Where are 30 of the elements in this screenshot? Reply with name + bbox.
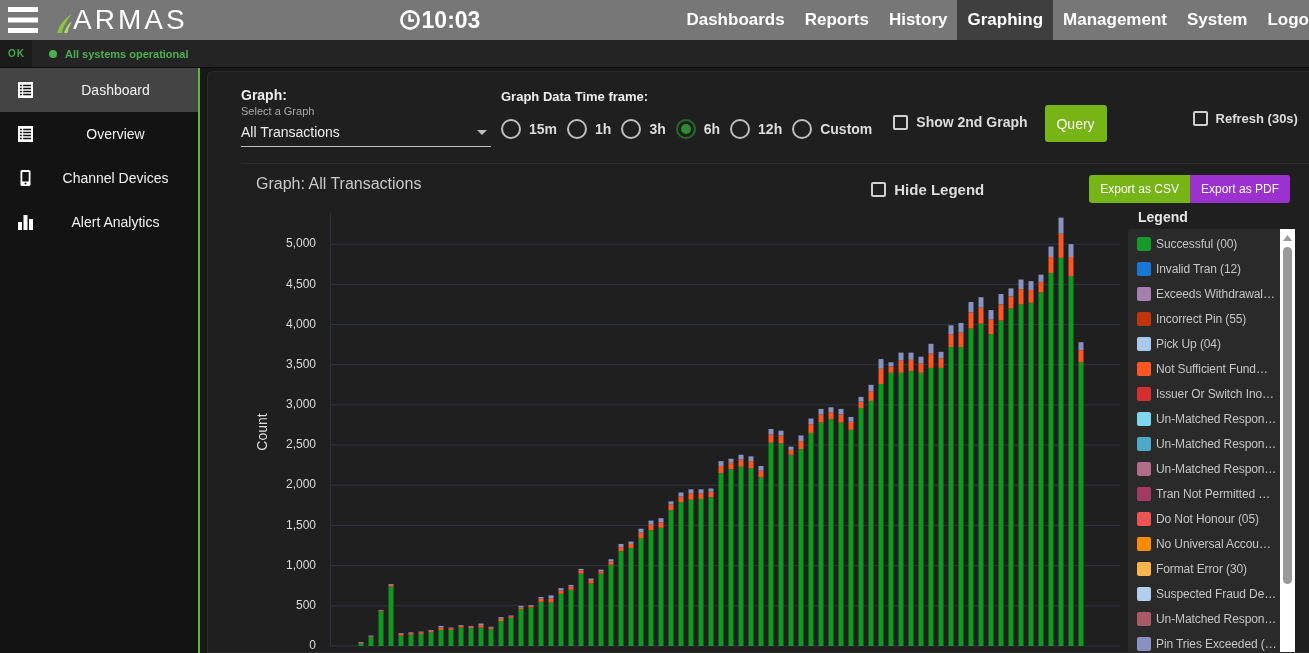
y-axis-label: 3,500 <box>285 356 316 371</box>
logo-text: ARMAS <box>73 4 188 36</box>
y-axis-label: 1,500 <box>285 517 316 532</box>
radio-label: 12h <box>758 121 783 137</box>
checkbox-label: Refresh (30s) <box>1215 111 1298 126</box>
checkbox-label: Show 2nd Graph <box>916 114 1028 130</box>
y-axis-label: 5,000 <box>285 236 316 251</box>
y-axis-label: 1,000 <box>285 557 316 572</box>
status-message: All systems operational <box>65 47 189 60</box>
y-axis-label: 3,000 <box>285 397 316 412</box>
y-axis-label: 2,000 <box>285 477 316 492</box>
clock-time: 10:03 <box>421 6 481 34</box>
checkbox-label: Hide Legend <box>894 180 985 198</box>
radio-label: 15m <box>529 121 558 137</box>
status-code: OK <box>0 40 32 67</box>
radio-label: 1h <box>595 121 612 137</box>
y-axis-label: 4,500 <box>285 276 316 291</box>
chart-title: Graph: All Transactions <box>255 175 423 193</box>
y-axis-label: 4,000 <box>285 316 316 331</box>
radio-label: Custom <box>820 121 873 137</box>
axis-title: Count <box>254 413 270 451</box>
y-axis-label: 500 <box>295 598 316 612</box>
field-label: Graph: <box>241 87 288 103</box>
field-label: Graph Data Time frame: <box>501 89 650 104</box>
radio-label: 3h <box>649 121 666 137</box>
legend-title: Legend <box>1137 208 1189 227</box>
y-axis-label: 2,500 <box>285 437 316 452</box>
y-axis-label: 0 <box>309 638 316 652</box>
radio-label: 6h <box>703 121 721 137</box>
field-hint: Select a Graph <box>241 105 316 118</box>
